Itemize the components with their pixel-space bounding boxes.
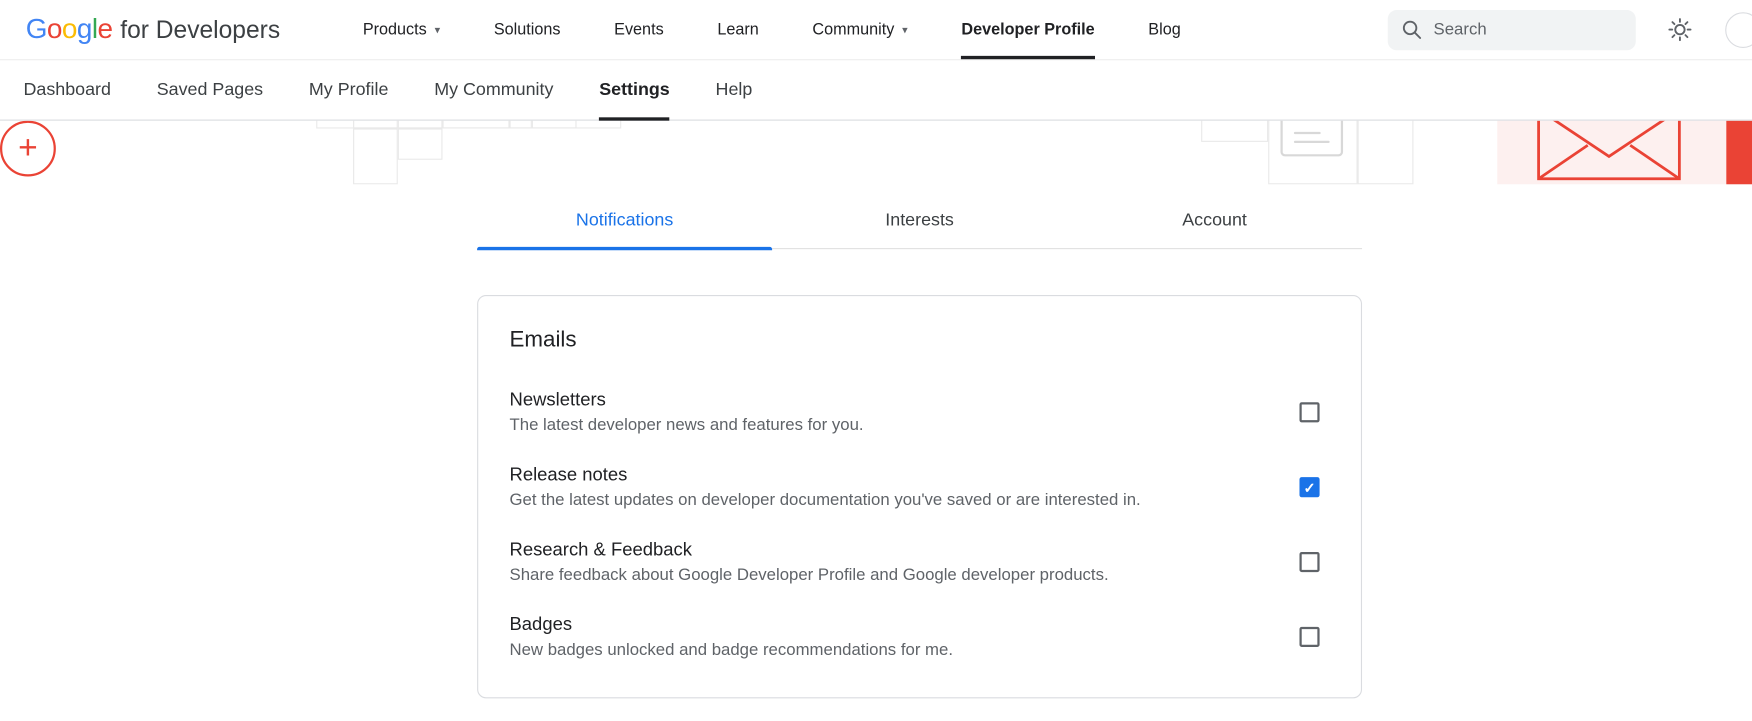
nav-item-developer-profile[interactable]: Developer Profile	[961, 0, 1094, 59]
logo-letter: o	[62, 13, 77, 45]
nav-item-solutions[interactable]: Solutions	[494, 0, 561, 59]
search-icon	[1401, 19, 1422, 40]
logo-suffix: for Developers	[120, 16, 280, 45]
nav-item-learn[interactable]: Learn	[717, 0, 758, 59]
emails-card: Emails Newsletters The latest developer n…	[477, 295, 1362, 698]
setting-row-badges: Badges New badges unlocked and badge reco…	[510, 611, 1330, 662]
setting-text: Newsletters The latest developer news and…	[510, 390, 864, 435]
setting-description: Get the latest updates on developer docu…	[510, 491, 1141, 510]
subnav-item-dashboard[interactable]: Dashboard	[23, 60, 110, 119]
nav-item-label: Community	[812, 21, 894, 39]
nav-item-label: Products	[363, 21, 427, 39]
setting-row-research-feedback: Research & Feedback Share feedback about …	[510, 536, 1330, 587]
setting-text: Research & Feedback Share feedback about …	[510, 540, 1109, 585]
logo-letter: e	[97, 13, 112, 45]
checkbox-research-feedback[interactable]	[1299, 552, 1319, 572]
nav-item-blog[interactable]: Blog	[1148, 0, 1180, 59]
red-accent-bar	[1726, 121, 1752, 185]
setting-title: Badges	[510, 615, 954, 636]
subnav-item-my-profile[interactable]: My Profile	[309, 60, 388, 119]
setting-row-release-notes: Release notes Get the latest updates on d…	[510, 461, 1330, 512]
add-circle-icon: +	[0, 121, 56, 177]
top-header: Google for Developers Products ▾ Solutions…	[0, 0, 1752, 60]
setting-description: The latest developer news and features f…	[510, 416, 864, 435]
setting-text: Release notes Get the latest updates on d…	[510, 465, 1141, 510]
subnav-item-settings[interactable]: Settings	[599, 60, 670, 119]
banner-illustration: +	[0, 121, 1752, 185]
tab-account[interactable]: Account	[1067, 199, 1362, 248]
checkbox-badges[interactable]	[1299, 627, 1319, 647]
email-settings-list: Newsletters The latest developer news and…	[510, 387, 1330, 663]
google-for-developers-logo[interactable]: Google for Developers	[26, 13, 280, 45]
setting-description: Share feedback about Google Developer Pr…	[510, 565, 1109, 584]
header-right	[1388, 0, 1752, 59]
checkbox-release-notes[interactable]: ✓	[1299, 477, 1319, 497]
setting-title: Research & Feedback	[510, 540, 1109, 561]
chevron-down-icon: ▾	[435, 25, 441, 37]
nav-item-label: Events	[614, 21, 664, 39]
search-input[interactable]	[1434, 20, 1623, 39]
card-title: Emails	[510, 327, 1330, 353]
nav-item-events[interactable]: Events	[614, 0, 664, 59]
google-logo-wordmark: Google	[26, 13, 113, 45]
primary-nav: Products ▾ Solutions Events Learn Community ▾ D…	[363, 0, 1181, 59]
setting-row-newsletters: Newsletters The latest developer news and…	[510, 387, 1330, 438]
tab-interests[interactable]: Interests	[772, 199, 1067, 248]
setting-text: Badges New badges unlocked and badge reco…	[510, 615, 954, 660]
chevron-down-icon: ▾	[902, 25, 908, 37]
logo-letter: g	[77, 13, 92, 45]
page: Google for Developers Products ▾ Solutions…	[0, 0, 1752, 721]
setting-description: New badges unlocked and badge recommenda…	[510, 640, 954, 659]
logo-letter: o	[47, 13, 62, 45]
setting-title: Release notes	[510, 465, 1141, 486]
nav-item-products[interactable]: Products ▾	[363, 0, 440, 59]
settings-tabs: NotificationsInterestsAccount	[477, 199, 1362, 249]
checkbox-newsletters[interactable]	[1299, 402, 1319, 422]
document-icon	[1280, 121, 1343, 157]
nav-item-community[interactable]: Community ▾	[812, 0, 907, 59]
setting-title: Newsletters	[510, 390, 864, 411]
profile-subnav: Dashboard Saved Pages My Profile My Communi…	[0, 60, 1752, 120]
nav-item-label: Blog	[1148, 21, 1180, 39]
nav-item-label: Learn	[717, 21, 758, 39]
tab-notifications[interactable]: Notifications	[477, 199, 772, 248]
theme-toggle-sun-icon[interactable]	[1668, 18, 1691, 41]
user-avatar[interactable]	[1725, 12, 1752, 48]
subnav-item-saved-pages[interactable]: Saved Pages	[157, 60, 263, 119]
nav-item-label: Developer Profile	[961, 21, 1094, 39]
envelope-icon	[1536, 121, 1681, 185]
nav-item-label: Solutions	[494, 21, 561, 39]
logo-letter: G	[26, 13, 47, 45]
subnav-item-my-community[interactable]: My Community	[434, 60, 553, 119]
search-box[interactable]	[1388, 9, 1636, 49]
subnav-item-help[interactable]: Help	[716, 60, 753, 119]
